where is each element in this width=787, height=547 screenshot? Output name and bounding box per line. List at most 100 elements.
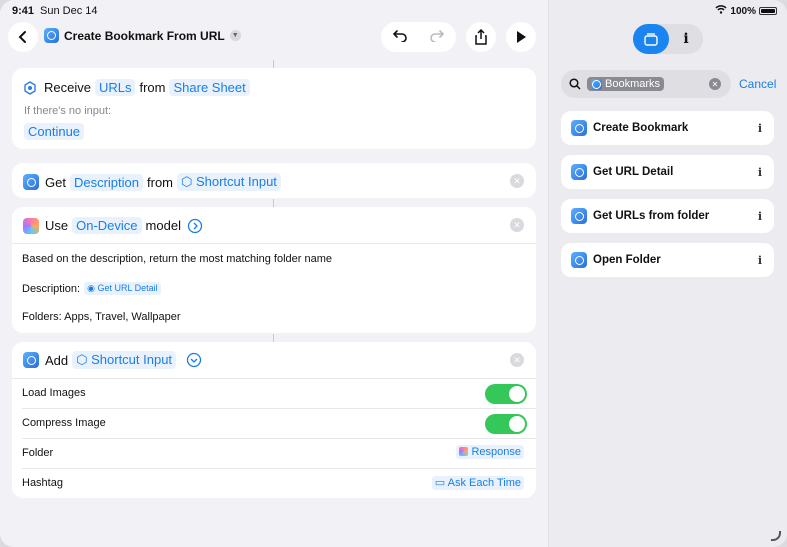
library-item-open-folder[interactable]: Open Folder i bbox=[561, 243, 774, 277]
divider bbox=[22, 438, 536, 439]
divider bbox=[22, 468, 536, 469]
divider bbox=[12, 378, 536, 379]
info-icon: i bbox=[683, 31, 689, 47]
divider bbox=[22, 408, 536, 409]
receive-from-label: from bbox=[139, 80, 166, 95]
status-bar-time: 9:41 Sun Dec 14 bbox=[12, 5, 98, 17]
bookmark-action-icon bbox=[571, 208, 587, 224]
use-model-action-card[interactable]: Use On-Device model ✕ Based on the descr… bbox=[12, 207, 536, 333]
chevron-down-circle-icon[interactable] bbox=[186, 352, 202, 368]
action-library-sidebar: 100% i Bookmarks ✕ Cancel Create Bookmar… bbox=[548, 0, 787, 547]
remove-action-icon[interactable]: ✕ bbox=[510, 353, 524, 367]
wifi-icon bbox=[715, 5, 727, 17]
library-icon bbox=[644, 33, 658, 46]
chevron-left-icon bbox=[18, 31, 26, 43]
add-action-card[interactable]: Add ⬡ Shortcut Input ✕ Load Images Compr… bbox=[12, 342, 536, 498]
ask-bubble-icon: ▭ bbox=[434, 477, 446, 489]
description-label: Description: bbox=[22, 282, 81, 295]
no-input-label: If there's no input: bbox=[24, 105, 112, 117]
get-verb: Get bbox=[45, 174, 66, 190]
info-icon[interactable]: i bbox=[758, 210, 762, 223]
library-item-get-url-detail[interactable]: Get URL Detail i bbox=[561, 155, 774, 189]
flow-connector bbox=[273, 199, 274, 207]
param-label: Hashtag bbox=[22, 477, 63, 489]
flow-connector bbox=[273, 334, 274, 342]
flow-connector bbox=[273, 60, 274, 68]
bookmark-app-icon bbox=[44, 28, 59, 43]
library-item-label: Get URL Detail bbox=[593, 166, 674, 178]
remove-action-icon[interactable]: ✕ bbox=[510, 174, 524, 188]
status-date: Sun Dec 14 bbox=[40, 5, 98, 17]
use-verb: Use bbox=[45, 218, 69, 233]
search-icon bbox=[569, 78, 581, 90]
library-item-label: Create Bookmark bbox=[593, 122, 689, 134]
cancel-search-button[interactable]: Cancel bbox=[739, 77, 776, 91]
compress-image-toggle[interactable] bbox=[485, 414, 527, 434]
clear-search-icon[interactable]: ✕ bbox=[709, 78, 721, 90]
bookmark-action-icon bbox=[571, 164, 587, 180]
library-item-get-urls-from-folder[interactable]: Get URLs from folder i bbox=[561, 199, 774, 233]
info-icon[interactable]: i bbox=[758, 122, 762, 135]
get-property-token[interactable]: Description bbox=[69, 173, 143, 191]
shortcut-input-icon bbox=[24, 80, 36, 95]
bookmark-app-icon bbox=[591, 78, 602, 90]
ipad-screen: 9:41 Sun Dec 14 Create Bookmark From URL … bbox=[0, 0, 787, 547]
library-item-label: Open Folder bbox=[593, 254, 661, 266]
apple-intelligence-icon bbox=[459, 447, 469, 456]
model-prompt-text[interactable]: Based on the description, return the mos… bbox=[22, 253, 332, 265]
no-input-action-token[interactable]: Continue bbox=[24, 123, 85, 140]
undo-redo-group bbox=[381, 22, 456, 52]
param-label: Compress Image bbox=[22, 417, 106, 429]
load-images-toggle[interactable] bbox=[485, 384, 527, 404]
share-icon bbox=[475, 29, 487, 45]
resize-handle-icon[interactable] bbox=[771, 531, 781, 541]
receive-action-card[interactable]: Receive URLs from Share Sheet If there's… bbox=[12, 68, 536, 149]
action-library-tab[interactable] bbox=[633, 24, 669, 54]
run-button[interactable] bbox=[506, 22, 536, 52]
folders-text[interactable]: Folders: Apps, Travel, Wallpaper bbox=[22, 311, 181, 323]
chevron-down-icon: ▼ bbox=[229, 30, 241, 41]
shortcut-editor: 9:41 Sun Dec 14 Create Bookmark From URL … bbox=[0, 0, 548, 547]
hashtag-value[interactable]: ▭ Ask Each Time bbox=[431, 476, 524, 490]
info-icon[interactable]: i bbox=[758, 254, 762, 267]
library-item-label: Get URLs from folder bbox=[593, 210, 710, 222]
param-label: Load Images bbox=[22, 387, 86, 399]
receive-source-token[interactable]: Share Sheet bbox=[169, 79, 250, 96]
model-type-token[interactable]: On-Device bbox=[72, 217, 142, 234]
get-source-token[interactable]: ⬡ Shortcut Input bbox=[177, 173, 281, 191]
model-word: model bbox=[145, 218, 181, 233]
status-bar-right: 100% bbox=[715, 5, 777, 17]
chevron-right-circle-icon[interactable] bbox=[187, 218, 203, 234]
redo-icon[interactable] bbox=[429, 28, 445, 46]
share-button[interactable] bbox=[466, 22, 496, 52]
folder-value[interactable]: Response bbox=[456, 445, 524, 459]
action-search-field[interactable]: Bookmarks ✕ bbox=[561, 70, 731, 98]
info-icon[interactable]: i bbox=[758, 166, 762, 179]
back-button[interactable] bbox=[8, 22, 38, 52]
play-icon bbox=[517, 31, 526, 43]
bookmark-action-icon bbox=[571, 120, 587, 136]
battery-percent: 100% bbox=[730, 5, 756, 17]
library-item-create-bookmark[interactable]: Create Bookmark i bbox=[561, 111, 774, 145]
undo-icon[interactable] bbox=[392, 28, 408, 46]
toolbar: Create Bookmark From URL ▼ bbox=[8, 22, 540, 52]
info-tab[interactable]: i bbox=[671, 24, 701, 54]
shortcut-title-menu[interactable]: Create Bookmark From URL ▼ bbox=[44, 28, 241, 43]
add-verb: Add bbox=[45, 352, 69, 368]
remove-action-icon[interactable]: ✕ bbox=[510, 218, 524, 232]
bookmark-action-icon bbox=[23, 352, 39, 368]
search-filter-tag[interactable]: Bookmarks bbox=[587, 77, 665, 91]
receive-verb: Receive bbox=[44, 80, 91, 95]
bookmark-action-icon bbox=[571, 252, 587, 268]
receive-type-token[interactable]: URLs bbox=[94, 79, 136, 96]
sidebar-segmented-control: i bbox=[633, 24, 703, 54]
bookmark-action-icon bbox=[23, 174, 39, 190]
get-url-detail-token[interactable]: ◉ Get URL Detail bbox=[84, 282, 161, 295]
divider bbox=[12, 243, 536, 244]
battery-icon bbox=[759, 7, 777, 15]
shortcut-title: Create Bookmark From URL bbox=[64, 28, 225, 43]
add-input-token[interactable]: ⬡ Shortcut Input bbox=[72, 351, 177, 369]
get-action-card[interactable]: Get Description from ⬡ Shortcut Input ✕ bbox=[12, 163, 536, 198]
get-from-label: from bbox=[147, 174, 173, 190]
apple-intelligence-icon bbox=[23, 217, 39, 234]
